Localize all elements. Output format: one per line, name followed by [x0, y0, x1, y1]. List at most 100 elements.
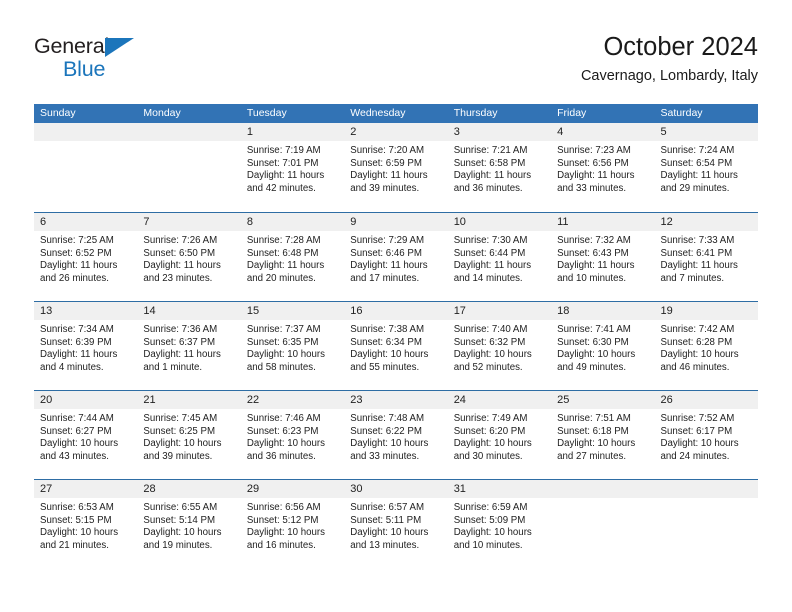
day-cell[interactable]: 29 Sunrise: 6:56 AM Sunset: 5:12 PM Dayligh… — [240, 480, 345, 568]
day-detail-line: and 1 minute. — [143, 361, 203, 373]
day-cell[interactable]: 23 Sunrise: 7:48 AM Sunset: 6:22 PM Dayligh… — [344, 391, 448, 479]
general-blue-logo: General Blue — [34, 34, 154, 86]
day-detail-line: and 33 minutes. — [350, 450, 420, 462]
day-detail-line: Sunset: 6:30 PM — [557, 336, 629, 348]
day-details: Sunrise: 7:26 AM Sunset: 6:50 PM Daylight:… — [137, 231, 240, 285]
day-number-strip: 12 — [654, 213, 758, 231]
day-cell[interactable]: 31 Sunrise: 6:59 AM Sunset: 5:09 PM Dayligh… — [447, 480, 552, 568]
day-detail-line: Sunrise: 7:52 AM — [660, 413, 735, 424]
day-number-strip: 18 — [551, 302, 655, 320]
day-cell[interactable]: 27 Sunrise: 6:53 AM Sunset: 5:15 PM Dayligh… — [34, 480, 138, 568]
day-detail-line: Sunrise: 7:20 AM — [350, 145, 425, 156]
calendar-week-row: 6 Sunrise: 7:25 AM Sunset: 6:52 PM Daylight… — [34, 212, 758, 301]
day-cell[interactable]: 18 Sunrise: 7:41 AM Sunset: 6:30 PM Dayligh… — [551, 302, 655, 390]
day-cell[interactable]: 8 Sunrise: 7:28 AM Sunset: 6:48 PM Daylight… — [240, 213, 345, 301]
title-block: October 2024 Cavernago, Lombardy, Italy — [581, 30, 758, 86]
day-detail-line: Sunrise: 7:26 AM — [143, 235, 218, 246]
day-detail-line: Daylight: 11 hours — [40, 260, 118, 272]
day-detail-line: and 36 minutes. — [453, 182, 523, 194]
day-cell[interactable]: 17 Sunrise: 7:40 AM Sunset: 6:32 PM Dayligh… — [447, 302, 552, 390]
day-cell[interactable]: 24 Sunrise: 7:49 AM Sunset: 6:20 PM Dayligh… — [447, 391, 552, 479]
calendar-week-row: 13 Sunrise: 7:34 AM Sunset: 6:39 PM Dayligh… — [34, 301, 758, 390]
day-detail-line: Sunset: 5:15 PM — [40, 514, 112, 526]
day-details: Sunrise: 7:21 AM Sunset: 6:58 PM Daylight:… — [448, 141, 551, 195]
day-details: Sunrise: 7:32 AM Sunset: 6:43 PM Daylight:… — [551, 231, 654, 285]
calendar-week-row: 27 Sunrise: 6:53 AM Sunset: 5:15 PM Dayligh… — [34, 479, 758, 568]
day-detail-line: Sunrise: 6:55 AM — [143, 502, 218, 513]
day-detail-line: and 46 minutes. — [660, 361, 730, 373]
day-detail-line: and 26 minutes. — [40, 272, 109, 284]
day-cell[interactable]: 2 Sunrise: 7:20 AM Sunset: 6:59 PM Daylight… — [344, 123, 448, 212]
day-number-strip: 20 — [34, 391, 138, 409]
day-cell[interactable]: 9 Sunrise: 7:29 AM Sunset: 6:46 PM Daylight… — [344, 213, 448, 301]
day-cell-empty — [654, 480, 758, 568]
day-details: Sunrise: 7:34 AM Sunset: 6:39 PM Daylight:… — [34, 320, 137, 374]
day-number-strip: 27 — [34, 480, 138, 498]
day-cell[interactable]: 20 Sunrise: 7:44 AM Sunset: 6:27 PM Dayligh… — [34, 391, 138, 479]
day-cell[interactable]: 12 Sunrise: 7:33 AM Sunset: 6:41 PM Dayligh… — [654, 213, 758, 301]
day-number-strip: 24 — [447, 391, 552, 409]
day-detail-line: Sunrise: 7:19 AM — [246, 145, 321, 156]
day-details: Sunrise: 7:41 AM Sunset: 6:30 PM Daylight:… — [551, 320, 654, 374]
day-detail-line: and 36 minutes. — [246, 450, 316, 462]
day-detail-line: Sunset: 6:56 PM — [557, 157, 629, 169]
day-number: 22 — [246, 394, 260, 406]
day-detail-line: Daylight: 11 hours — [40, 349, 118, 361]
day-cell[interactable]: 16 Sunrise: 7:38 AM Sunset: 6:34 PM Dayligh… — [344, 302, 448, 390]
logo-text-general: General — [34, 34, 110, 58]
day-detail-line: and 19 minutes. — [143, 539, 213, 551]
day-cell[interactable]: 5 Sunrise: 7:24 AM Sunset: 6:54 PM Daylight… — [654, 123, 758, 212]
day-detail-line: and 49 minutes. — [557, 361, 627, 373]
day-cell[interactable]: 13 Sunrise: 7:34 AM Sunset: 6:39 PM Dayligh… — [34, 302, 138, 390]
day-cell[interactable]: 4 Sunrise: 7:23 AM Sunset: 6:56 PM Daylight… — [551, 123, 655, 212]
day-number: 17 — [453, 305, 466, 317]
day-detail-line: Sunset: 6:52 PM — [40, 247, 112, 259]
day-detail-line: Daylight: 11 hours — [143, 260, 221, 272]
day-number: 27 — [40, 483, 53, 495]
day-number: 29 — [246, 483, 260, 495]
day-cell[interactable]: 3 Sunrise: 7:21 AM Sunset: 6:58 PM Daylight… — [447, 123, 552, 212]
day-number: 1 — [246, 126, 253, 138]
day-cell[interactable]: 21 Sunrise: 7:45 AM Sunset: 6:25 PM Dayligh… — [137, 391, 241, 479]
day-number: 26 — [660, 394, 673, 406]
day-cell[interactable]: 6 Sunrise: 7:25 AM Sunset: 6:52 PM Daylight… — [34, 213, 138, 301]
day-detail-line: Sunset: 5:09 PM — [453, 514, 526, 526]
day-detail-line: Sunset: 6:43 PM — [557, 247, 629, 259]
day-details: Sunrise: 7:37 AM Sunset: 6:35 PM Daylight:… — [241, 320, 344, 374]
day-cell[interactable]: 22 Sunrise: 7:46 AM Sunset: 6:23 PM Dayligh… — [240, 391, 345, 479]
day-cell[interactable]: 19 Sunrise: 7:42 AM Sunset: 6:28 PM Dayligh… — [654, 302, 758, 390]
day-detail-line: Daylight: 10 hours — [660, 438, 739, 450]
day-number: 23 — [350, 394, 363, 406]
day-cell[interactable]: 25 Sunrise: 7:51 AM Sunset: 6:18 PM Dayligh… — [551, 391, 655, 479]
day-cell[interactable]: 14 Sunrise: 7:36 AM Sunset: 6:37 PM Dayligh… — [137, 302, 241, 390]
day-detail-line: Sunset: 6:48 PM — [246, 247, 319, 259]
day-detail-line: Daylight: 10 hours — [40, 438, 119, 450]
day-cell[interactable]: 26 Sunrise: 7:52 AM Sunset: 6:17 PM Dayligh… — [654, 391, 758, 479]
weekday-header-saturday: Saturday — [660, 107, 703, 119]
day-number-strip: 8 — [240, 213, 345, 231]
day-cell[interactable]: 7 Sunrise: 7:26 AM Sunset: 6:50 PM Daylight… — [137, 213, 241, 301]
day-number: 3 — [453, 126, 460, 138]
day-cell[interactable]: 10 Sunrise: 7:30 AM Sunset: 6:44 PM Dayligh… — [447, 213, 552, 301]
page-header: General Blue October 2024 Cavernago, Lom… — [34, 30, 758, 96]
day-details: Sunrise: 6:56 AM Sunset: 5:12 PM Daylight:… — [241, 498, 344, 552]
calendar-weeks: 1 Sunrise: 7:19 AM Sunset: 7:01 PM Daylight… — [34, 123, 758, 568]
day-detail-line: Daylight: 10 hours — [246, 349, 325, 361]
day-detail-line: Daylight: 10 hours — [246, 438, 325, 450]
day-number-strip: 31 — [447, 480, 552, 498]
day-details — [551, 498, 654, 502]
day-detail-line: and 52 minutes. — [453, 361, 523, 373]
day-detail-line: Sunset: 6:27 PM — [40, 425, 112, 437]
day-detail-line: and 29 minutes. — [660, 182, 730, 194]
day-cell[interactable]: 30 Sunrise: 6:57 AM Sunset: 5:11 PM Dayligh… — [344, 480, 448, 568]
day-detail-line: Sunrise: 7:29 AM — [350, 235, 425, 246]
day-detail-line: and 27 minutes. — [557, 450, 627, 462]
day-cell[interactable]: 28 Sunrise: 6:55 AM Sunset: 5:14 PM Dayligh… — [137, 480, 241, 568]
day-cell[interactable]: 15 Sunrise: 7:37 AM Sunset: 6:35 PM Dayligh… — [240, 302, 345, 390]
day-cell[interactable]: 1 Sunrise: 7:19 AM Sunset: 7:01 PM Daylight… — [240, 123, 345, 212]
day-cell[interactable]: 11 Sunrise: 7:32 AM Sunset: 6:43 PM Dayligh… — [551, 213, 655, 301]
day-detail-line: Sunset: 6:41 PM — [660, 247, 733, 259]
day-detail-line: and 58 minutes. — [246, 361, 316, 373]
day-cell-empty — [551, 480, 655, 568]
day-number: 13 — [40, 305, 53, 317]
